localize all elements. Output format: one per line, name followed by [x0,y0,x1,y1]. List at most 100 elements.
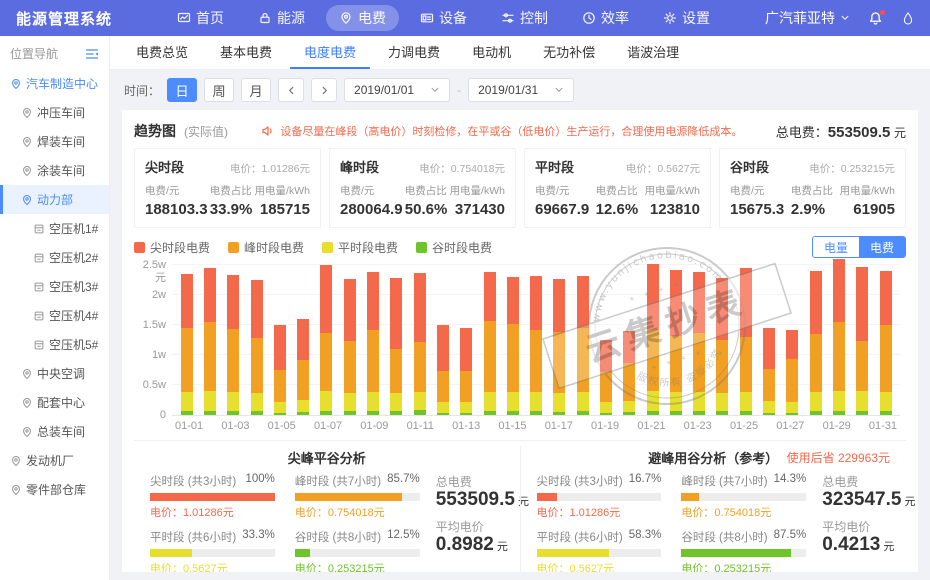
chart-bar-01-31[interactable] [874,256,897,415]
chart-bar-01-04[interactable] [245,256,268,415]
progress-track [681,493,806,501]
stat-value: 15675.3 [730,201,784,218]
date-range-separator: - [457,83,461,97]
sidebar-item-welding[interactable]: 焊装车间 [0,127,109,156]
sidebar-item-compressor-5[interactable]: 空压机5# [0,330,109,359]
tab-fee-overview[interactable]: 电费总览 [122,36,202,69]
sidebar-item-support-center[interactable]: 配套中心 [0,388,109,417]
end-date-select[interactable]: 2019/01/31 [468,78,574,102]
legend-item-flat[interactable]: 平时段电费 [322,239,398,256]
chart-bar-01-20[interactable] [618,256,641,415]
granularity-button-2[interactable]: 月 [241,78,271,102]
nav-item-efficiency[interactable]: 效率 [569,5,642,31]
chart-bar-01-22[interactable] [664,256,687,415]
bar-segment-flat [297,400,309,412]
bar-segment-peak [437,371,449,402]
start-date-select[interactable]: 2019/01/01 [344,78,450,102]
bar-segment-valley [856,411,868,415]
tab-harmonic[interactable]: 谐波治理 [613,36,693,69]
tab-degree-fee[interactable]: 电度电费 [290,36,370,69]
company-menu[interactable]: 广汽菲亚特 [765,8,850,28]
total-fee-label: 总电费： [776,125,828,140]
nav-item-device[interactable]: 设备 [407,5,480,31]
sidebar-item-auto-center[interactable]: 汽车制造中心 [0,69,109,98]
sidebar-item-hvac[interactable]: 中央空调 [0,359,109,388]
chart-bar-01-06[interactable] [291,256,314,415]
chart-bar-01-24[interactable] [711,256,734,415]
sidebar-item-compressor-3[interactable]: 空压机3# [0,272,109,301]
chart-bar-01-15[interactable] [501,256,524,415]
tab-power-factor-fee[interactable]: 力调电费 [374,36,454,69]
chart-bar-01-08[interactable] [338,256,361,415]
chart-bar-01-30[interactable] [851,256,874,415]
chart-bar-01-16[interactable] [524,256,547,415]
chart-bar-01-19[interactable] [594,256,617,415]
period-price: 电价：0.253215元 [809,161,895,176]
next-period-button[interactable] [311,78,337,102]
sidebar-item-stamping[interactable]: 冲压车间 [0,98,109,127]
chart-bar-01-02[interactable] [198,256,221,415]
water-drop-button[interactable] [901,11,914,26]
chart-bar-01-26[interactable] [757,256,780,415]
sidebar-item-engine-plant[interactable]: 发动机厂 [0,446,109,475]
legend-item-valley[interactable]: 谷时段电费 [416,239,492,256]
nav-item-control[interactable]: 控制 [488,5,561,31]
chart-bar-01-10[interactable] [385,256,408,415]
chart-bar-01-17[interactable] [548,256,571,415]
chart-bar-01-29[interactable] [827,256,850,415]
toggle-fee-button[interactable]: 电费 [859,237,905,257]
chart-bar-01-18[interactable] [571,256,594,415]
chart-bar-01-28[interactable] [804,256,827,415]
bar-segment-flat [716,393,728,411]
sidebar-item-compressor-2[interactable]: 空压机2# [0,243,109,272]
sidebar-item-power-dept[interactable]: 动力部 [0,185,109,214]
bar-segment-peak [693,333,705,392]
chart-bar-01-01[interactable] [175,256,198,415]
nav-item-energy[interactable]: 能源 [245,5,318,31]
chart-bar-01-07[interactable] [315,256,338,415]
tab-label: 电度电费 [304,42,356,61]
prev-period-button[interactable] [278,78,304,102]
collapse-sidebar-icon[interactable] [85,48,99,60]
legend-item-sharp[interactable]: 尖时段电费 [134,239,210,256]
tab-motor[interactable]: 电动机 [458,36,525,69]
granularity-button-1[interactable]: 周 [204,78,234,102]
sidebar-item-assembly[interactable]: 总装车间 [0,417,109,446]
chart-bar-01-13[interactable] [455,256,478,415]
nav-item-settings[interactable]: 设置 [650,5,723,31]
chart-bar-01-09[interactable] [361,256,384,415]
chart-bar-01-11[interactable] [408,256,431,415]
chart-bar-01-27[interactable] [781,256,804,415]
sidebar-item-parts-warehouse[interactable]: 零件部仓库 [0,475,109,504]
notifications-button[interactable] [868,11,883,26]
chart-bar-01-03[interactable] [222,256,245,415]
tab-basic-fee[interactable]: 基本电费 [206,36,286,69]
chart-bar-01-23[interactable] [688,256,711,415]
sidebar-item-painting[interactable]: 涂装车间 [0,156,109,185]
nav-item-label: 控制 [520,8,548,28]
nav-item-home[interactable]: 首页 [164,5,237,31]
toggle-energy-button[interactable]: 电量 [813,237,859,257]
progress-fill [681,493,699,501]
bar-segment-flat [204,391,216,411]
chart-bar-01-25[interactable] [734,256,757,415]
top-bar: 能源管理系统 首页能源电费设备控制效率设置 广汽菲亚特 [0,0,930,36]
sidebar-item-compressor-4[interactable]: 空压机4# [0,301,109,330]
sidebar-item-compressor-1[interactable]: 空压机1# [0,214,109,243]
legend-item-peak[interactable]: 峰时段电费 [228,239,304,256]
bar-segment-peak [786,359,798,402]
speaker-icon [261,124,275,138]
legend-label: 峰时段电费 [244,239,304,256]
nav-item-fee[interactable]: 电费 [326,5,399,31]
chart-bar-01-21[interactable] [641,256,664,415]
chart-bar-01-14[interactable] [478,256,501,415]
granularity-button-0[interactable]: 日 [167,78,197,102]
location-pin-icon [21,107,33,119]
chart-bar-01-05[interactable] [268,256,291,415]
tab-reactive-comp[interactable]: 无功补偿 [529,36,609,69]
gear-icon [663,11,677,25]
machine-icon [33,223,45,235]
chart-bar-01-12[interactable] [431,256,454,415]
bar-segment-flat [740,392,752,411]
legend-label: 平时段电费 [338,239,398,256]
